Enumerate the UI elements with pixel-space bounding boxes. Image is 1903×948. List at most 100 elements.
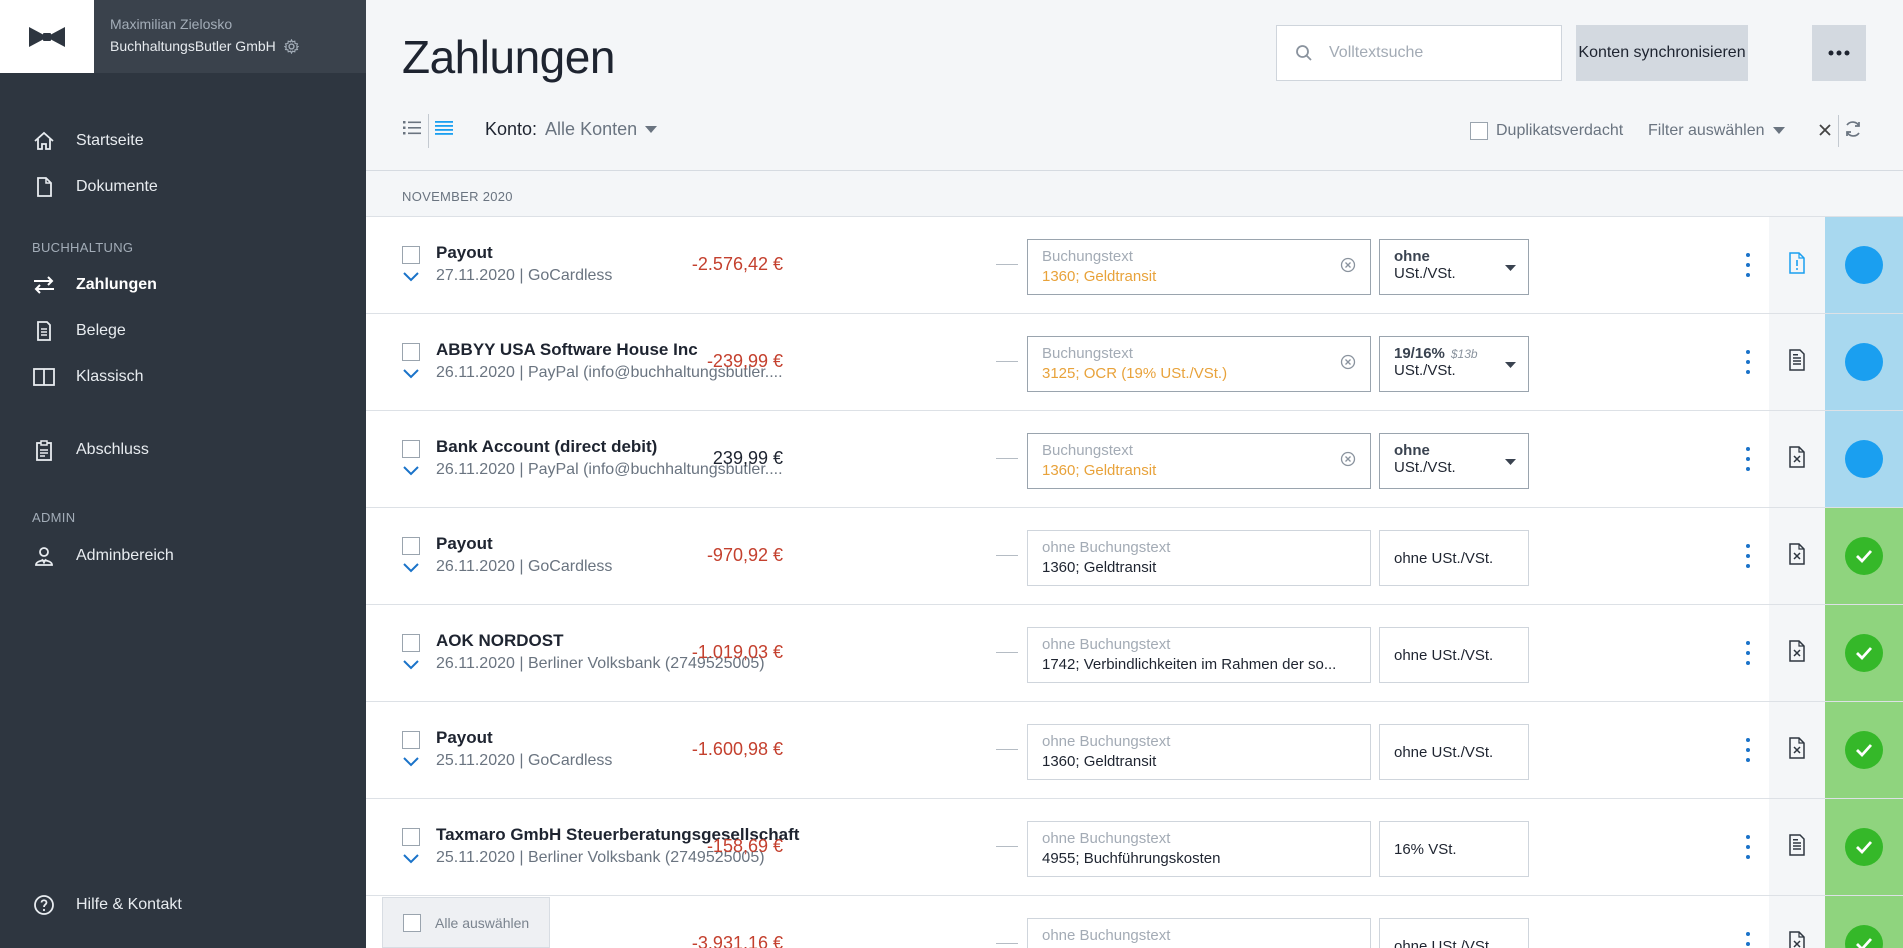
document-status-cell[interactable] [1769,411,1825,507]
sidebar-item-label: Klassisch [76,368,144,385]
sidebar-item-hilfe[interactable]: Hilfe & Kontakt [32,890,182,920]
status-cell-open[interactable] [1825,411,1903,507]
help-icon [32,893,56,917]
chevron-down-icon[interactable] [402,269,420,283]
search-input[interactable] [1329,44,1529,62]
booking-field[interactable]: ohne Buchungstext 1742; Verbindlichkeiten… [1027,627,1371,683]
payment-row[interactable]: Payout 27.11.2020 | GoCardless -2.576,42 €… [366,216,1903,313]
row-checkbox[interactable] [402,828,420,846]
row-menu-button[interactable] [1743,932,1753,948]
payment-row[interactable]: Payout 25.11.2020 | GoCardless -1.600,98 €… [366,701,1903,798]
receipt-icon [1788,833,1806,861]
document-status-cell[interactable] [1769,217,1825,313]
row-menu-button[interactable] [1743,835,1753,859]
document-status-cell[interactable] [1769,508,1825,604]
tax-select[interactable]: 19/16% $13b USt./VSt. [1379,336,1529,392]
tax-select[interactable]: ohne USt./VSt. [1379,239,1529,295]
booking-account: 1360; Geldtransit [1042,559,1157,576]
status-cell-done[interactable] [1825,508,1903,604]
payment-row[interactable]: ABBYY USA Software House Inc 26.11.2020 |… [366,313,1903,410]
chevron-down-icon[interactable] [402,851,420,865]
row-menu-button[interactable] [1743,350,1753,374]
file-x-icon [1788,639,1806,667]
booking-field[interactable]: Buchungstext 1360; Geldtransit [1027,239,1371,295]
tax-text: 16% VSt. [1394,840,1457,858]
row-checkbox[interactable] [402,440,420,458]
sidebar-item-abschluss[interactable]: Abschluss [32,435,149,465]
refresh-button[interactable] [1843,119,1863,144]
select-all-bar[interactable]: Alle auswählen [382,897,550,948]
booking-field[interactable]: ohne Buchungstext 1360; Geldtransit [1027,530,1371,586]
tax-value[interactable]: ohne USt./VSt. [1379,918,1529,948]
sidebar-item-label: Hilfe & Kontakt [76,896,182,913]
row-checkbox[interactable] [402,343,420,361]
sidebar-item-klassisch[interactable]: Klassisch [32,362,144,392]
tax-value[interactable]: ohne USt./VSt. [1379,627,1529,683]
row-checkbox[interactable] [402,246,420,264]
status-cell-done[interactable] [1825,896,1903,948]
document-status-cell[interactable] [1769,702,1825,798]
sidebar-item-zahlungen[interactable]: Zahlungen [32,270,157,300]
search-box[interactable] [1276,25,1562,81]
document-status-cell[interactable] [1769,799,1825,895]
row-menu-button[interactable] [1743,253,1753,277]
row-menu-button[interactable] [1743,738,1753,762]
duplicate-checkbox[interactable] [1470,122,1488,140]
clear-circle-icon[interactable] [1340,451,1356,467]
view-list-detailed-button[interactable] [403,120,421,136]
sidebar-item-belege[interactable]: Belege [32,316,126,346]
clear-filters-button[interactable] [1818,120,1832,143]
booking-text-label: ohne Buchungstext [1042,733,1171,750]
chevron-down-icon[interactable] [402,657,420,671]
payment-row[interactable]: Taxmaro GmbH Steuerberatungsgesellschaft… [366,798,1903,895]
account-switcher[interactable]: Maximilian Zielosko BuchhaltungsButler G… [94,0,366,73]
more-options-button[interactable] [1812,25,1866,81]
document-status-cell[interactable] [1769,314,1825,410]
chevron-down-icon[interactable] [402,463,420,477]
duplicate-suspicion-filter[interactable]: Duplikatsverdacht [1470,122,1623,140]
tax-value[interactable]: ohne USt./VSt. [1379,724,1529,780]
view-list-compact-button[interactable] [435,120,453,136]
booking-field[interactable]: Buchungstext 3125; OCR (19% USt./VSt.) [1027,336,1371,392]
sync-accounts-button[interactable]: Konten synchronisieren [1576,25,1748,81]
chevron-down-icon[interactable] [402,560,420,574]
account-filter-dropdown[interactable]: Konto: Alle Konten [485,119,658,140]
payment-row[interactable]: Payout 26.11.2020 | GoCardless -970,92 € oh… [366,507,1903,604]
payment-row[interactable]: AOK NORDOST 26.11.2020 | Berliner Volksba… [366,604,1903,701]
sidebar-item-startseite[interactable]: Startseite [32,126,144,156]
row-menu-button[interactable] [1743,447,1753,471]
booking-field[interactable]: ohne Buchungstext [1027,918,1371,948]
tax-text: ohne USt./VSt. [1394,549,1494,567]
select-all-checkbox[interactable] [403,913,421,932]
tax-hint: $13b [1450,347,1478,361]
row-menu-button[interactable] [1743,641,1753,665]
gear-icon[interactable] [283,38,299,54]
row-checkbox[interactable] [402,537,420,555]
filter-select-dropdown[interactable]: Filter auswählen [1648,122,1785,140]
sidebar-item-adminbereich[interactable]: Adminbereich [32,541,174,571]
status-cell-done[interactable] [1825,605,1903,701]
clear-circle-icon[interactable] [1340,257,1356,273]
booking-field[interactable]: Buchungstext 1360; Geldtransit [1027,433,1371,489]
chevron-down-icon[interactable] [402,754,420,768]
payment-row[interactable]: Bank Account (direct debit) 26.11.2020 | … [366,410,1903,507]
tax-value[interactable]: 16% VSt. [1379,821,1529,877]
status-cell-open[interactable] [1825,217,1903,313]
tax-value[interactable]: ohne USt./VSt. [1379,530,1529,586]
booking-field[interactable]: ohne Buchungstext 1360; Geldtransit [1027,724,1371,780]
app-logo[interactable] [0,0,94,73]
booking-field[interactable]: ohne Buchungstext 4955; Buchführungskoste… [1027,821,1371,877]
sidebar-item-dokumente[interactable]: Dokumente [32,172,158,202]
clear-circle-icon[interactable] [1340,354,1356,370]
chevron-down-icon[interactable] [402,366,420,380]
status-cell-open[interactable] [1825,314,1903,410]
row-checkbox[interactable] [402,634,420,652]
status-cell-done[interactable] [1825,799,1903,895]
row-menu-button[interactable] [1743,544,1753,568]
tax-select[interactable]: ohne USt./VSt. [1379,433,1529,489]
payment-row[interactable]: -3.931,16 € ohne Buchungstext ohne USt./VS… [366,895,1903,948]
document-status-cell[interactable] [1769,605,1825,701]
status-cell-done[interactable] [1825,702,1903,798]
document-status-cell[interactable] [1769,896,1825,948]
row-checkbox[interactable] [402,731,420,749]
